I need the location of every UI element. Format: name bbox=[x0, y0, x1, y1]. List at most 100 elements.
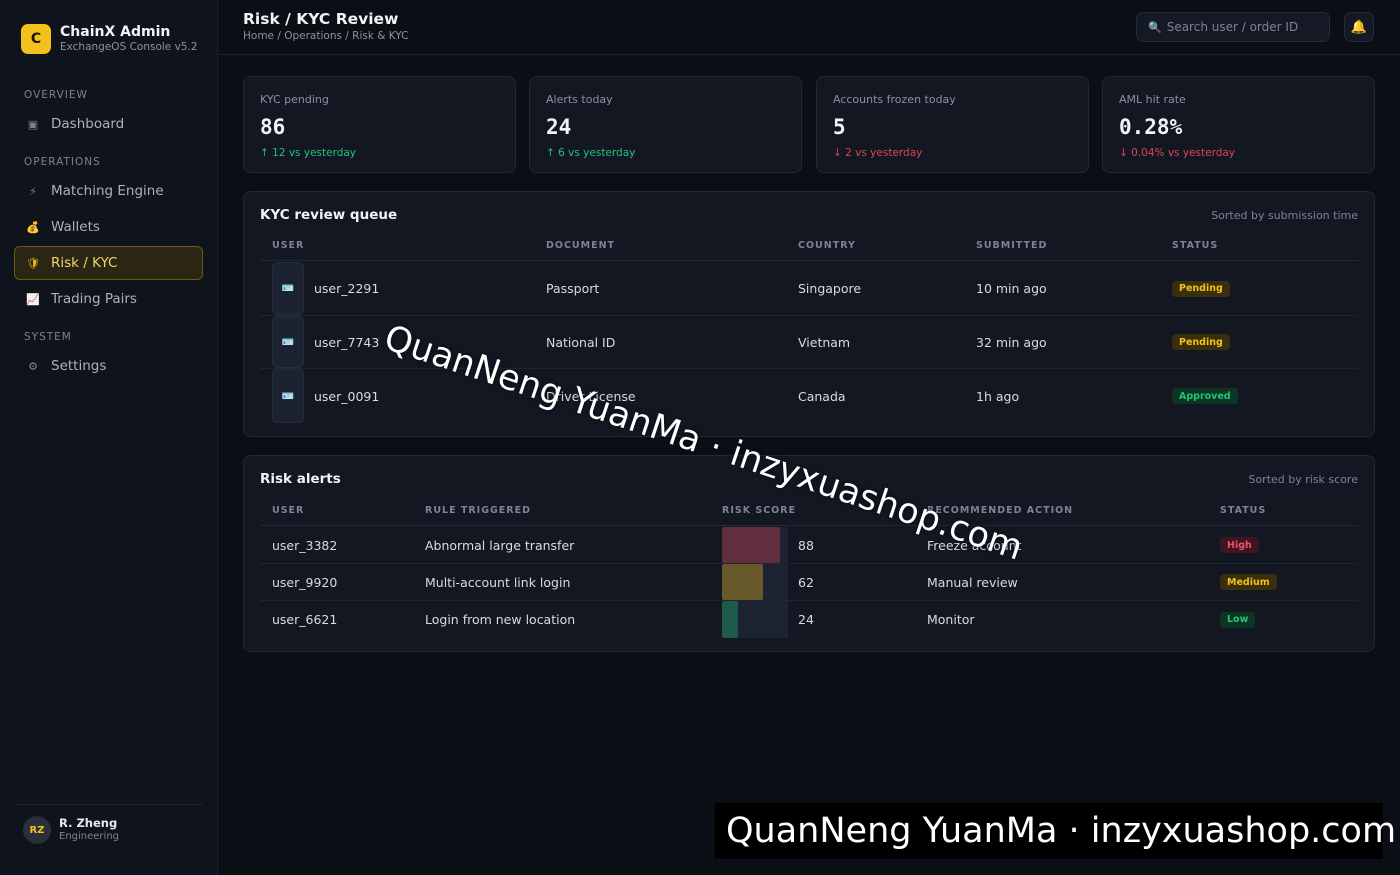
status-badge: Approved bbox=[1172, 388, 1238, 404]
shield-icon: 🛡 bbox=[26, 256, 40, 270]
risk-score-bar bbox=[722, 601, 788, 638]
stat-label: KYC pending bbox=[260, 93, 329, 106]
column-header[interactable]: USER bbox=[272, 496, 304, 525]
kyc-submitted: 32 min ago bbox=[976, 334, 1047, 350]
table-row[interactable]: user_9920 Multi-account link login 62 Ma… bbox=[260, 564, 1358, 601]
stat-delta: ↑ 6 vs yesterday bbox=[546, 147, 636, 159]
id-card-icon: 🪪 bbox=[272, 369, 304, 423]
status-badge: Pending bbox=[1172, 334, 1230, 350]
risk-score-value: 62 bbox=[798, 574, 814, 590]
sidebar-divider bbox=[14, 804, 203, 805]
risk-score-bar bbox=[722, 564, 788, 600]
risk-score-fill bbox=[722, 564, 763, 600]
table-header: USER DOCUMENT COUNTRY SUBMITTED STATUS bbox=[260, 231, 1358, 261]
sidebar-item-trading-pairs[interactable]: 📈 Trading Pairs bbox=[14, 282, 203, 316]
stat-delta: ↓ 0.04% vs yesterday bbox=[1119, 147, 1236, 159]
column-header[interactable]: USER bbox=[272, 231, 304, 260]
alert-user[interactable]: user_3382 bbox=[272, 527, 337, 563]
stat-delta: ↓ 2 vs yesterday bbox=[833, 147, 923, 159]
sidebar-item-label: Trading Pairs bbox=[51, 291, 137, 307]
table-row[interactable]: user_6621 Login from new location 24 Mon… bbox=[260, 601, 1358, 638]
alert-rule: Multi-account link login bbox=[425, 574, 571, 590]
kyc-user[interactable]: user_0091 bbox=[314, 369, 379, 423]
watermark-banner-text: QuanNeng YuanMa · inzyxuashop.com bbox=[726, 811, 1397, 851]
nav-section-operations: OPERATIONS bbox=[24, 156, 101, 168]
alert-user[interactable]: user_6621 bbox=[272, 601, 337, 638]
id-card-icon: 🪪 bbox=[272, 316, 304, 368]
sidebar-item-label: Wallets bbox=[51, 219, 100, 235]
sidebar-item-label: Dashboard bbox=[51, 116, 125, 132]
column-header[interactable]: COUNTRY bbox=[798, 231, 856, 260]
panel-title: KYC review queue bbox=[260, 207, 398, 223]
search-placeholder: Search user / order ID bbox=[1166, 20, 1299, 34]
watermark-banner: QuanNeng YuanMa · inzyxuashop.com bbox=[715, 803, 1396, 859]
stat-label: AML hit rate bbox=[1119, 93, 1186, 106]
lightning-icon: ⚡ bbox=[29, 184, 37, 198]
panel-title: Risk alerts bbox=[260, 471, 341, 487]
stat-value: 0.28% bbox=[1119, 115, 1183, 139]
stat-card-kyc-pending: KYC pending 86 ↑ 12 vs yesterday bbox=[243, 76, 516, 173]
column-header[interactable]: RISK SCORE bbox=[722, 496, 796, 525]
chart-icon: 📈 bbox=[26, 292, 40, 306]
topbar: Risk / KYC Review Home / Operations / Ri… bbox=[219, 0, 1400, 55]
avatar: RZ bbox=[23, 816, 51, 844]
kyc-document: National ID bbox=[546, 334, 616, 350]
alert-user[interactable]: user_9920 bbox=[272, 564, 337, 600]
column-header[interactable]: STATUS bbox=[1172, 231, 1218, 260]
nav-section-system: SYSTEM bbox=[24, 331, 72, 343]
stat-card-accounts-frozen: Accounts frozen today 5 ↓ 2 vs yesterday bbox=[816, 76, 1089, 173]
sidebar-item-matching-engine[interactable]: ⚡ Matching Engine bbox=[14, 174, 203, 208]
sidebar-item-wallets[interactable]: 💰 Wallets bbox=[14, 210, 203, 244]
sidebar-item-risk-kyc[interactable]: 🛡 Risk / KYC bbox=[14, 246, 203, 280]
stat-value: 5 bbox=[833, 115, 846, 139]
brand-logo: C bbox=[21, 24, 51, 54]
search-input[interactable]: 🔍 Search user / order ID bbox=[1136, 12, 1330, 42]
stat-label: Accounts frozen today bbox=[833, 93, 956, 106]
status-badge: Low bbox=[1220, 611, 1256, 628]
breadcrumb: Home / Operations / Risk & KYC bbox=[243, 30, 409, 42]
user-name: R. Zheng bbox=[59, 816, 118, 830]
notification-bell-icon[interactable]: 🔔 bbox=[1344, 12, 1374, 42]
search-icon: 🔍 bbox=[1148, 20, 1162, 34]
stat-card-alerts-today: Alerts today 24 ↑ 6 vs yesterday bbox=[529, 76, 802, 173]
sidebar: C ChainX Admin ExchangeOS Console v5.2 O… bbox=[0, 0, 218, 875]
panel-sort-note: Sorted by risk score bbox=[1248, 473, 1358, 486]
table-row[interactable]: 🪪 user_0091 Driver License Canada 1h ago… bbox=[260, 369, 1358, 423]
moneybag-icon: 💰 bbox=[26, 220, 40, 234]
table-row[interactable]: 🪪 user_2291 Passport Singapore 10 min ag… bbox=[260, 262, 1358, 316]
kyc-document: Passport bbox=[546, 281, 600, 296]
risk-score-value: 88 bbox=[798, 537, 814, 553]
column-header[interactable]: RULE TRIGGERED bbox=[425, 496, 531, 525]
sidebar-item-label: Matching Engine bbox=[51, 183, 164, 199]
stat-delta: ↑ 12 vs yesterday bbox=[260, 147, 357, 159]
column-header[interactable]: DOCUMENT bbox=[546, 231, 615, 260]
kyc-country: Vietnam bbox=[798, 334, 851, 350]
brand-subtitle: ExchangeOS Console v5.2 bbox=[60, 41, 198, 53]
column-header[interactable]: STATUS bbox=[1220, 496, 1266, 525]
kyc-country: Singapore bbox=[798, 281, 862, 296]
stat-value: 24 bbox=[546, 115, 572, 139]
sidebar-item-label: Settings bbox=[51, 358, 107, 374]
column-header[interactable]: SUBMITTED bbox=[976, 231, 1047, 260]
alert-rule: Abnormal large transfer bbox=[425, 537, 575, 553]
kyc-submitted: 10 min ago bbox=[976, 281, 1047, 296]
gear-icon: ⚙ bbox=[28, 359, 38, 373]
page-title: Risk / KYC Review bbox=[243, 10, 399, 28]
brand-title: ChainX Admin bbox=[60, 24, 171, 40]
table-row[interactable]: user_3382 Abnormal large transfer 88 Fre… bbox=[260, 527, 1358, 564]
sidebar-item-dashboard[interactable]: ▣ Dashboard bbox=[14, 107, 203, 141]
sidebar-item-settings[interactable]: ⚙ Settings bbox=[14, 349, 203, 383]
kyc-country: Canada bbox=[798, 388, 846, 404]
brand[interactable]: C ChainX Admin ExchangeOS Console v5.2 bbox=[21, 24, 198, 54]
risk-score-bar bbox=[722, 527, 788, 563]
risk-score-fill bbox=[722, 527, 781, 563]
kyc-user[interactable]: user_7743 bbox=[314, 316, 379, 368]
user-profile[interactable]: RZ R. Zheng Engineering bbox=[23, 816, 119, 844]
sidebar-item-label: Risk / KYC bbox=[51, 255, 118, 271]
status-badge: High bbox=[1220, 537, 1259, 553]
alert-action: Manual review bbox=[927, 574, 1018, 590]
alert-rule: Login from new location bbox=[425, 612, 576, 627]
stat-card-aml-hit-rate: AML hit rate 0.28% ↓ 0.04% vs yesterday bbox=[1102, 76, 1375, 173]
kyc-user[interactable]: user_2291 bbox=[314, 262, 379, 315]
dashboard-icon: ▣ bbox=[27, 117, 39, 131]
